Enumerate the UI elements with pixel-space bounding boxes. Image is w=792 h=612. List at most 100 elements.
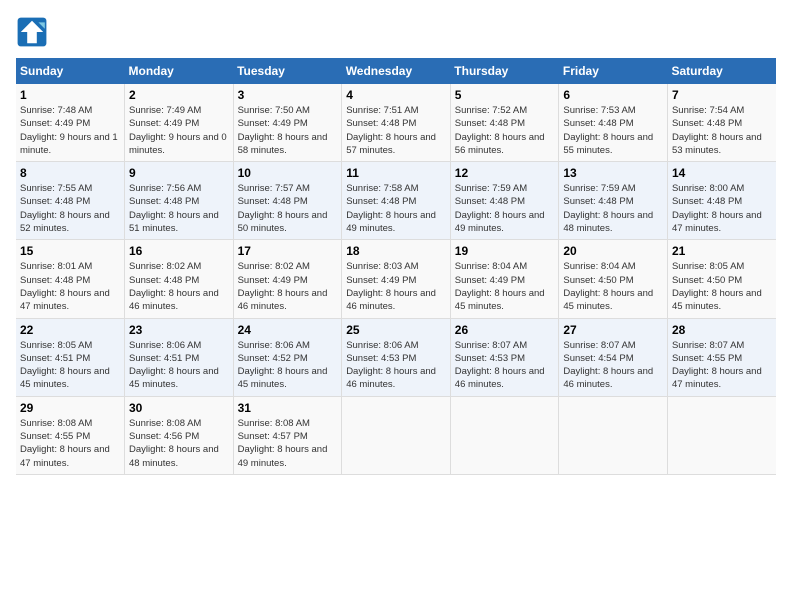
calendar-cell: 3 Sunrise: 7:50 AMSunset: 4:49 PMDaylight… [233,84,342,162]
day-number: 23 [129,323,229,337]
day-number: 20 [563,244,663,258]
cell-info: Sunrise: 8:08 AMSunset: 4:55 PMDaylight:… [20,417,120,470]
cell-info: Sunrise: 8:07 AMSunset: 4:54 PMDaylight:… [563,339,663,392]
cell-info: Sunrise: 8:02 AMSunset: 4:49 PMDaylight:… [238,260,338,313]
calendar-cell: 4 Sunrise: 7:51 AMSunset: 4:48 PMDaylight… [342,84,451,162]
day-header-thursday: Thursday [450,58,559,84]
calendar-cell: 13 Sunrise: 7:59 AMSunset: 4:48 PMDayligh… [559,162,668,240]
day-number: 30 [129,401,229,415]
week-row-4: 22 Sunrise: 8:05 AMSunset: 4:51 PMDayligh… [16,318,776,396]
cell-info: Sunrise: 8:04 AMSunset: 4:49 PMDaylight:… [455,260,555,313]
cell-info: Sunrise: 8:07 AMSunset: 4:55 PMDaylight:… [672,339,772,392]
calendar-cell: 9 Sunrise: 7:56 AMSunset: 4:48 PMDaylight… [125,162,234,240]
cell-info: Sunrise: 7:58 AMSunset: 4:48 PMDaylight:… [346,182,446,235]
calendar-cell: 26 Sunrise: 8:07 AMSunset: 4:53 PMDayligh… [450,318,559,396]
calendar-cell: 31 Sunrise: 8:08 AMSunset: 4:57 PMDayligh… [233,396,342,474]
cell-info: Sunrise: 8:04 AMSunset: 4:50 PMDaylight:… [563,260,663,313]
calendar-cell: 27Sunrise: 8:07 AMSunset: 4:54 PMDayligh… [559,318,668,396]
calendar-cell [667,396,776,474]
calendar-table: SundayMondayTuesdayWednesdayThursdayFrid… [16,58,776,475]
cell-info: Sunrise: 7:51 AMSunset: 4:48 PMDaylight:… [346,104,446,157]
cell-info: Sunrise: 8:07 AMSunset: 4:53 PMDaylight:… [455,339,555,392]
calendar-cell: 1 Sunrise: 7:48 AMSunset: 4:49 PMDaylight… [16,84,125,162]
page: SundayMondayTuesdayWednesdayThursdayFrid… [0,0,792,612]
day-number: 13 [563,166,663,180]
calendar-cell: 18 Sunrise: 8:03 AMSunset: 4:49 PMDayligh… [342,240,451,318]
cell-info: Sunrise: 7:53 AMSunset: 4:48 PMDaylight:… [563,104,663,157]
day-number: 7 [672,88,772,102]
calendar-cell: 7 Sunrise: 7:54 AMSunset: 4:48 PMDaylight… [667,84,776,162]
calendar-cell: 25 Sunrise: 8:06 AMSunset: 4:53 PMDayligh… [342,318,451,396]
calendar-cell: 19 Sunrise: 8:04 AMSunset: 4:49 PMDayligh… [450,240,559,318]
cell-info: Sunrise: 7:52 AMSunset: 4:48 PMDaylight:… [455,104,555,157]
day-number: 1 [20,88,120,102]
day-number: 24 [238,323,338,337]
day-number: 26 [455,323,555,337]
day-number: 18 [346,244,446,258]
day-number: 4 [346,88,446,102]
day-header-tuesday: Tuesday [233,58,342,84]
day-number: 31 [238,401,338,415]
calendar-cell: 17 Sunrise: 8:02 AMSunset: 4:49 PMDayligh… [233,240,342,318]
week-row-1: 1 Sunrise: 7:48 AMSunset: 4:49 PMDaylight… [16,84,776,162]
day-header-friday: Friday [559,58,668,84]
day-header-monday: Monday [125,58,234,84]
day-number: 9 [129,166,229,180]
week-row-2: 8Sunrise: 7:55 AMSunset: 4:48 PMDaylight… [16,162,776,240]
day-number: 11 [346,166,446,180]
calendar-cell: 6 Sunrise: 7:53 AMSunset: 4:48 PMDaylight… [559,84,668,162]
day-header-wednesday: Wednesday [342,58,451,84]
calendar-cell: 15Sunrise: 8:01 AMSunset: 4:48 PMDayligh… [16,240,125,318]
calendar-cell [342,396,451,474]
cell-info: Sunrise: 7:50 AMSunset: 4:49 PMDaylight:… [238,104,338,157]
cell-info: Sunrise: 8:06 AMSunset: 4:51 PMDaylight:… [129,339,229,392]
cell-info: Sunrise: 8:08 AMSunset: 4:57 PMDaylight:… [238,417,338,470]
cell-info: Sunrise: 7:57 AMSunset: 4:48 PMDaylight:… [238,182,338,235]
calendar-cell: 16 Sunrise: 8:02 AMSunset: 4:48 PMDayligh… [125,240,234,318]
week-row-5: 29 Sunrise: 8:08 AMSunset: 4:55 PMDayligh… [16,396,776,474]
cell-info: Sunrise: 8:03 AMSunset: 4:49 PMDaylight:… [346,260,446,313]
day-number: 5 [455,88,555,102]
calendar-cell: 8Sunrise: 7:55 AMSunset: 4:48 PMDaylight… [16,162,125,240]
day-number: 21 [672,244,772,258]
calendar-cell: 30 Sunrise: 8:08 AMSunset: 4:56 PMDayligh… [125,396,234,474]
day-number: 25 [346,323,446,337]
calendar-cell: 24 Sunrise: 8:06 AMSunset: 4:52 PMDayligh… [233,318,342,396]
logo-icon [16,16,48,48]
cell-info: Sunrise: 7:55 AMSunset: 4:48 PMDaylight:… [20,182,120,235]
cell-info: Sunrise: 7:56 AMSunset: 4:48 PMDaylight:… [129,182,229,235]
cell-info: Sunrise: 7:54 AMSunset: 4:48 PMDaylight:… [672,104,772,157]
day-number: 10 [238,166,338,180]
cell-info: Sunrise: 8:06 AMSunset: 4:52 PMDaylight:… [238,339,338,392]
cell-info: Sunrise: 8:06 AMSunset: 4:53 PMDaylight:… [346,339,446,392]
calendar-cell: 14Sunrise: 8:00 AMSunset: 4:48 PMDayligh… [667,162,776,240]
cell-info: Sunrise: 8:08 AMSunset: 4:56 PMDaylight:… [129,417,229,470]
day-number: 29 [20,401,120,415]
day-number: 19 [455,244,555,258]
header [16,16,776,48]
day-number: 22 [20,323,120,337]
day-number: 16 [129,244,229,258]
week-row-3: 15Sunrise: 8:01 AMSunset: 4:48 PMDayligh… [16,240,776,318]
cell-info: Sunrise: 8:05 AMSunset: 4:51 PMDaylight:… [20,339,120,392]
calendar-cell: 2Sunrise: 7:49 AMSunset: 4:49 PMDaylight… [125,84,234,162]
calendar-cell [559,396,668,474]
day-number: 3 [238,88,338,102]
calendar-cell: 12 Sunrise: 7:59 AMSunset: 4:48 PMDayligh… [450,162,559,240]
day-number: 14 [672,166,772,180]
calendar-cell: 28Sunrise: 8:07 AMSunset: 4:55 PMDayligh… [667,318,776,396]
cell-info: Sunrise: 7:48 AMSunset: 4:49 PMDaylight:… [20,104,120,157]
calendar-cell [450,396,559,474]
cell-info: Sunrise: 8:02 AMSunset: 4:48 PMDaylight:… [129,260,229,313]
calendar-cell: 21Sunrise: 8:05 AMSunset: 4:50 PMDayligh… [667,240,776,318]
day-header-saturday: Saturday [667,58,776,84]
cell-info: Sunrise: 7:59 AMSunset: 4:48 PMDaylight:… [563,182,663,235]
calendar-cell: 10 Sunrise: 7:57 AMSunset: 4:48 PMDayligh… [233,162,342,240]
day-number: 12 [455,166,555,180]
day-number: 17 [238,244,338,258]
cell-info: Sunrise: 7:59 AMSunset: 4:48 PMDaylight:… [455,182,555,235]
day-header-sunday: Sunday [16,58,125,84]
cell-info: Sunrise: 7:49 AMSunset: 4:49 PMDaylight:… [129,104,229,157]
day-number: 6 [563,88,663,102]
calendar-cell: 20 Sunrise: 8:04 AMSunset: 4:50 PMDayligh… [559,240,668,318]
